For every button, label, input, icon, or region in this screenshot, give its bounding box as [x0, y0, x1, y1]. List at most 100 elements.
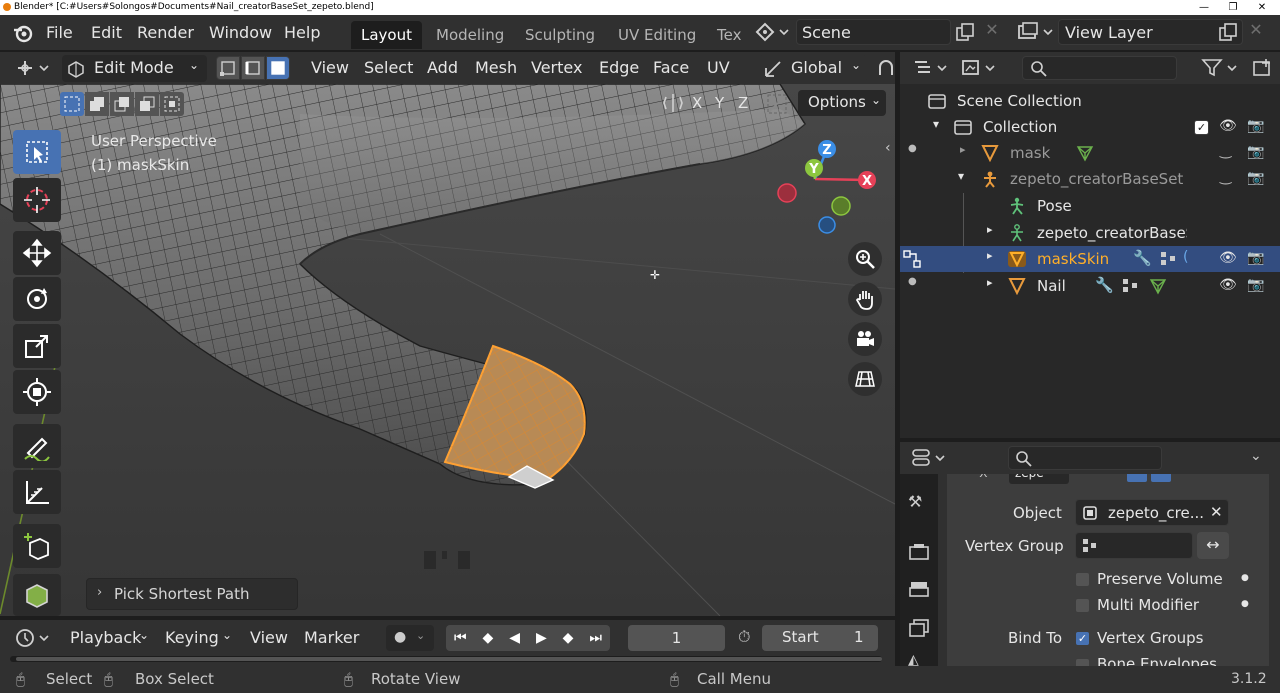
timeline-marker-menu[interactable]: Marker [304, 628, 359, 647]
edit-mode-indicator-icon[interactable] [902, 249, 922, 269]
mirror-x-toggle[interactable]: X [692, 94, 702, 112]
properties-search-input[interactable] [1008, 446, 1162, 470]
menu-select[interactable]: Select [364, 58, 413, 77]
filter-icon[interactable] [1200, 56, 1240, 80]
rotate-tool[interactable] [13, 277, 61, 321]
menu-vertex[interactable]: Vertex [531, 58, 582, 77]
expand-arrow-icon[interactable]: ▾ [933, 117, 939, 131]
jump-end-icon[interactable]: ⏭ [589, 630, 602, 646]
transform-orientation-dropdown[interactable]: Global ⌄ [759, 55, 867, 82]
menu-view[interactable]: View [311, 58, 349, 77]
tab-layout[interactable]: Layout [351, 21, 422, 49]
perspective-toggle-icon[interactable] [848, 362, 882, 396]
transform-tool[interactable] [13, 370, 61, 414]
view-layer-browse-icon[interactable] [1014, 20, 1056, 44]
outliner-row-scene-collection[interactable]: Scene Collection [900, 88, 1280, 114]
menu-help[interactable]: Help [284, 23, 320, 42]
camera-render-icon[interactable]: 📷 [1247, 170, 1264, 186]
mode-dropdown[interactable]: Edit Mode ⌄ [62, 55, 207, 82]
outliner-row-nail[interactable]: ● ▸ Nail 🔧 👁 📷 [900, 273, 1280, 299]
play-icon[interactable]: ▶ [536, 630, 547, 646]
outliner-row-pose[interactable]: Pose [900, 193, 1280, 273]
scene-browse-icon[interactable] [750, 20, 792, 44]
chevron-down-icon[interactable]: ⌄ [1250, 448, 1262, 464]
move-tool[interactable] [13, 231, 61, 275]
extrude-tool[interactable] [13, 574, 61, 616]
menu-window[interactable]: Window [209, 23, 272, 42]
menu-mesh[interactable]: Mesh [475, 58, 517, 77]
sidebar-toggle-icon[interactable]: ‹ [885, 140, 891, 156]
edit-mode-display-toggle[interactable] [1127, 474, 1147, 482]
mirror-icon[interactable] [662, 92, 684, 114]
expand-arrow-icon[interactable]: ▸ [987, 223, 993, 236]
tab-sculpting[interactable]: Sculpting [515, 21, 605, 49]
close-window-button[interactable]: ✕ [1248, 0, 1276, 15]
tab-uv-editing[interactable]: UV Editing [608, 21, 706, 49]
output-tab-icon[interactable] [908, 580, 930, 600]
view-layer-field[interactable]: View Layer [1058, 19, 1243, 45]
delete-scene-icon[interactable]: ✕ [982, 20, 1002, 44]
expand-arrow-icon[interactable]: ▸ [987, 249, 993, 262]
edge-select-mode[interactable] [241, 56, 265, 80]
eye-icon[interactable]: 👁 [1219, 118, 1237, 134]
expand-arrow-icon[interactable]: ▸ [987, 276, 993, 289]
menu-edge[interactable]: Edge [599, 58, 639, 77]
playback-menu[interactable]: Playback ⌄ [62, 624, 154, 652]
new-view-layer-icon[interactable] [1217, 22, 1239, 44]
camera-render-icon[interactable]: 📷 [1247, 144, 1264, 160]
outliner-search-input[interactable] [1022, 56, 1177, 80]
scale-tool[interactable] [13, 324, 61, 368]
outliner-editor-type-icon[interactable] [912, 56, 952, 80]
viewport-display-toggle[interactable] [1151, 474, 1171, 482]
snap-icon[interactable] [874, 57, 894, 79]
mirror-z-toggle[interactable]: Z [738, 94, 748, 112]
preserve-volume-checkbox[interactable] [1075, 572, 1090, 587]
zoom-icon[interactable] [848, 242, 882, 276]
menu-edit[interactable]: Edit [91, 23, 122, 42]
camera-render-icon[interactable]: 📷 [1247, 118, 1264, 134]
keyframe-dot-icon[interactable]: ● [1241, 573, 1249, 583]
view-layer-tab-icon[interactable] [908, 618, 930, 638]
jump-start-icon[interactable]: ⏮ [454, 630, 467, 646]
outliner-row-armature-data[interactable]: ▸ zepeto_creatorBaseSe [900, 220, 1280, 246]
outliner-row-mask[interactable]: ● ▸ mask ‿ 📷 [900, 140, 1280, 166]
expand-arrow-icon[interactable]: ▾ [958, 169, 964, 183]
hidden-eye-icon[interactable]: ‿ [1220, 143, 1231, 159]
start-frame-field[interactable]: Start 1 [762, 625, 878, 651]
minimize-button[interactable]: — [1190, 0, 1218, 15]
bone-envelopes-checkbox[interactable] [1075, 658, 1090, 666]
menu-render[interactable]: Render [137, 23, 194, 42]
tab-modeling[interactable]: Modeling [426, 21, 514, 49]
invert-selection-icon[interactable] [135, 92, 159, 116]
annotate-tool[interactable] [13, 424, 61, 468]
tool-tab-icon[interactable]: ⚒ [908, 492, 922, 511]
menu-uv[interactable]: UV [707, 58, 730, 77]
render-tab-icon[interactable] [908, 542, 930, 562]
keying-menu[interactable]: Keying ⌄ [157, 624, 237, 652]
menu-file[interactable]: File [46, 23, 73, 42]
proportional-edit-icon[interactable] [765, 92, 789, 116]
intersect-selection-icon[interactable] [160, 92, 184, 116]
timeline-scrollbar[interactable] [10, 656, 882, 662]
delete-view-layer-icon[interactable]: ✕ [1246, 20, 1266, 44]
eye-icon[interactable]: 👁 [1219, 250, 1237, 266]
modifier-wrench-icon[interactable]: 🔧 [1095, 276, 1114, 294]
last-operator-panel[interactable]: › Pick Shortest Path [86, 578, 298, 610]
hidden-eye-icon[interactable]: ‿ [1220, 169, 1231, 185]
collection-exclude-checkbox[interactable]: ✓ [1194, 120, 1209, 135]
expand-arrow-icon[interactable]: ▸ [960, 143, 966, 156]
navigation-gizmo[interactable]: Z X Y [770, 134, 890, 244]
vertex-group-field[interactable] [1075, 532, 1193, 559]
armature-object-field[interactable]: zepeto_cre... ✕ [1075, 499, 1229, 526]
camera-render-icon[interactable]: 📷 [1247, 250, 1264, 266]
measure-tool[interactable] [13, 470, 61, 514]
clear-field-icon[interactable]: ✕ [1210, 503, 1223, 521]
timeline-editor-type-icon[interactable] [14, 626, 54, 650]
multi-modifier-checkbox[interactable] [1075, 598, 1090, 613]
mirror-y-toggle[interactable]: Y [715, 94, 724, 112]
editor-type-icon[interactable] [14, 56, 54, 80]
vertex-groups-checkbox[interactable]: ✓ [1075, 631, 1090, 646]
prev-keyframe-icon[interactable]: ◆ [483, 630, 494, 646]
cursor-tool[interactable] [13, 178, 61, 222]
stopwatch-icon[interactable]: ⏱ [738, 627, 750, 647]
